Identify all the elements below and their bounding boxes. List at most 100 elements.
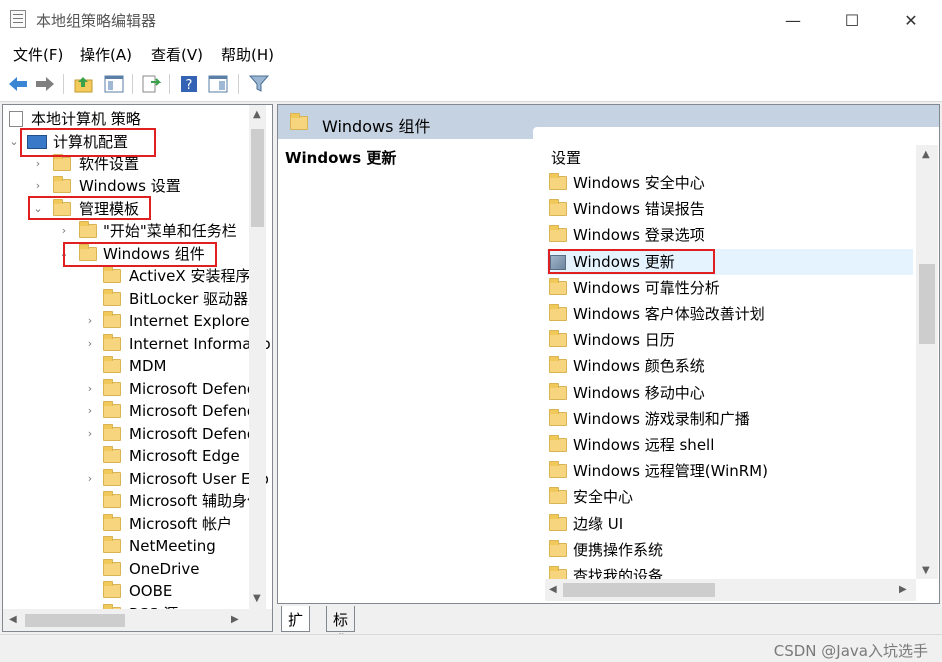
folder-icon	[549, 382, 567, 400]
toolbar-separator	[238, 74, 239, 94]
settings-list-item[interactable]: Windows 游戏录制和广播	[547, 406, 913, 432]
settings-item-label: 安全中心	[573, 488, 634, 507]
column-header-settings[interactable]: 设置	[551, 147, 581, 168]
settings-list-item[interactable]: 边缘 UI	[547, 511, 913, 537]
folder-icon	[549, 277, 567, 295]
toolbar-separator	[63, 74, 64, 94]
tree-label: ActiveX 安装程序服	[129, 267, 266, 285]
folder-icon	[549, 173, 567, 190]
settings-horizontal-scrollbar[interactable]: ◀ ▶	[545, 579, 916, 601]
folder-icon	[290, 113, 308, 130]
folder-icon	[549, 435, 567, 452]
tree-label: 本地计算机 策略	[31, 110, 141, 128]
settings-list-item[interactable]: Windows 移动中心	[547, 380, 913, 406]
scrollbar-thumb[interactable]	[25, 614, 125, 627]
chevron-right-icon[interactable]: ›	[59, 220, 69, 242]
watermark: CSDN @Java入坑选手	[773, 642, 928, 660]
forward-icon[interactable]	[34, 73, 56, 95]
export-list-icon[interactable]	[140, 73, 162, 95]
chevron-right-icon[interactable]: ›	[85, 400, 95, 422]
settings-list-item[interactable]: Windows 安全中心	[547, 170, 913, 196]
chevron-right-icon[interactable]: ›	[85, 310, 95, 332]
toolbar-separator	[132, 74, 133, 94]
scroll-down-icon[interactable]: ▼	[922, 565, 930, 576]
tree-label: OneDrive	[129, 559, 200, 578]
tree-label: Microsoft User Exp	[129, 469, 269, 488]
highlight-box-windows-components	[63, 242, 217, 267]
menu-view[interactable]: 查看(V)	[151, 44, 203, 65]
folder-icon	[103, 468, 121, 486]
show-hide-tree-icon[interactable]	[103, 73, 125, 95]
scrollbar-thumb[interactable]	[919, 264, 935, 344]
chevron-right-icon[interactable]: ›	[85, 423, 95, 445]
menu-action[interactable]: 操作(A)	[80, 44, 132, 65]
scroll-right-icon[interactable]: ▶	[231, 614, 239, 625]
folder-icon	[53, 154, 71, 171]
settings-list-item[interactable]: Windows 日历	[547, 327, 913, 353]
chevron-right-icon[interactable]: ›	[33, 175, 43, 197]
settings-list-item[interactable]: Windows 颜色系统	[547, 353, 913, 379]
properties-icon[interactable]	[207, 73, 229, 95]
settings-list: 设置 Windows 安全中心 Windows 错误报告 Windows 登录选项 W…	[533, 127, 939, 603]
folder-icon	[549, 304, 567, 321]
settings-item-label: Windows 可靠性分析	[573, 278, 720, 297]
settings-list-item[interactable]: Windows 登录选项	[547, 222, 913, 248]
scroll-left-icon[interactable]: ◀	[549, 584, 557, 595]
settings-list-item[interactable]: Windows 可靠性分析	[547, 275, 913, 301]
window-title: 本地组策略编辑器	[36, 12, 157, 30]
scroll-down-icon[interactable]: ▼	[253, 593, 261, 604]
folder-icon	[103, 378, 121, 396]
folder-icon	[103, 558, 121, 576]
menu-help[interactable]: 帮助(H)	[221, 44, 274, 65]
folder-icon	[79, 221, 97, 238]
chevron-down-icon[interactable]: ⌄	[9, 131, 19, 153]
tree-label: Windows 设置	[79, 177, 181, 195]
back-icon[interactable]	[7, 73, 29, 95]
folder-icon	[103, 513, 121, 531]
scroll-left-icon[interactable]: ◀	[9, 614, 17, 625]
settings-vertical-scrollbar[interactable]: ▲ ▼	[916, 145, 938, 579]
settings-list-item[interactable]: Windows 错误报告	[547, 196, 913, 222]
tree-label: Internet Explorer	[129, 312, 256, 330]
settings-item-label: Windows 颜色系统	[573, 357, 705, 376]
chevron-right-icon[interactable]: ›	[85, 468, 95, 490]
highlight-box-computer-config	[20, 128, 156, 157]
tab-standard[interactable]: 标准	[326, 606, 356, 650]
description-panel: Windows 更新	[278, 139, 533, 603]
maximize-button[interactable]: ☐	[829, 4, 875, 36]
scroll-up-icon[interactable]: ▲	[922, 149, 930, 160]
folder-icon	[103, 536, 121, 553]
settings-list-item[interactable]: Windows 客户体验改善计划	[547, 301, 913, 327]
minimize-button[interactable]: —	[770, 4, 816, 36]
menu-bar: 文件(F) 操作(A) 查看(V) 帮助(H)	[0, 40, 942, 66]
folder-icon	[549, 539, 567, 557]
settings-item-label: Windows 日历	[573, 331, 675, 350]
folder-icon	[549, 408, 567, 426]
tree-vertical-scrollbar[interactable]: ▲ ▼	[249, 105, 266, 609]
settings-item-label: 便携操作系统	[573, 540, 664, 559]
settings-item-label: 边缘 UI	[573, 514, 624, 533]
scroll-up-icon[interactable]: ▲	[253, 109, 261, 120]
title-bar: 本地组策略编辑器 — ☐ ✕	[0, 0, 942, 40]
chevron-right-icon[interactable]: ›	[85, 378, 95, 400]
close-button[interactable]: ✕	[888, 4, 934, 36]
up-folder-icon[interactable]	[73, 73, 95, 95]
scrollbar-thumb[interactable]	[251, 129, 264, 227]
tree-label: Microsoft Defende	[129, 402, 266, 420]
settings-list-item[interactable]: Windows 远程 shell	[547, 432, 913, 458]
details-pane: Windows 组件 Windows 更新 设置 Windows 安全中心 Win…	[277, 104, 940, 604]
tree-horizontal-scrollbar[interactable]: ◀ ▶	[3, 609, 272, 631]
scrollbar-thumb[interactable]	[563, 583, 715, 597]
tree-pane: 本地计算机 策略 ⌄ 计算机配置 › 软件设置 › Windows 设置 ⌄ 管…	[2, 104, 273, 632]
chevron-right-icon[interactable]: ›	[85, 333, 95, 355]
settings-list-item[interactable]: Windows 远程管理(WinRM)	[547, 458, 913, 484]
settings-list-item[interactable]: 安全中心	[547, 484, 913, 510]
menu-file[interactable]: 文件(F)	[13, 44, 63, 65]
folder-icon	[549, 330, 567, 348]
help-icon[interactable]: ?	[178, 73, 200, 95]
tab-extended[interactable]: 扩展	[281, 606, 311, 650]
settings-list-item[interactable]: 便携操作系统	[547, 537, 913, 563]
filter-icon[interactable]	[248, 73, 270, 95]
settings-item-label: Windows 错误报告	[573, 200, 705, 219]
scroll-right-icon[interactable]: ▶	[899, 584, 907, 595]
